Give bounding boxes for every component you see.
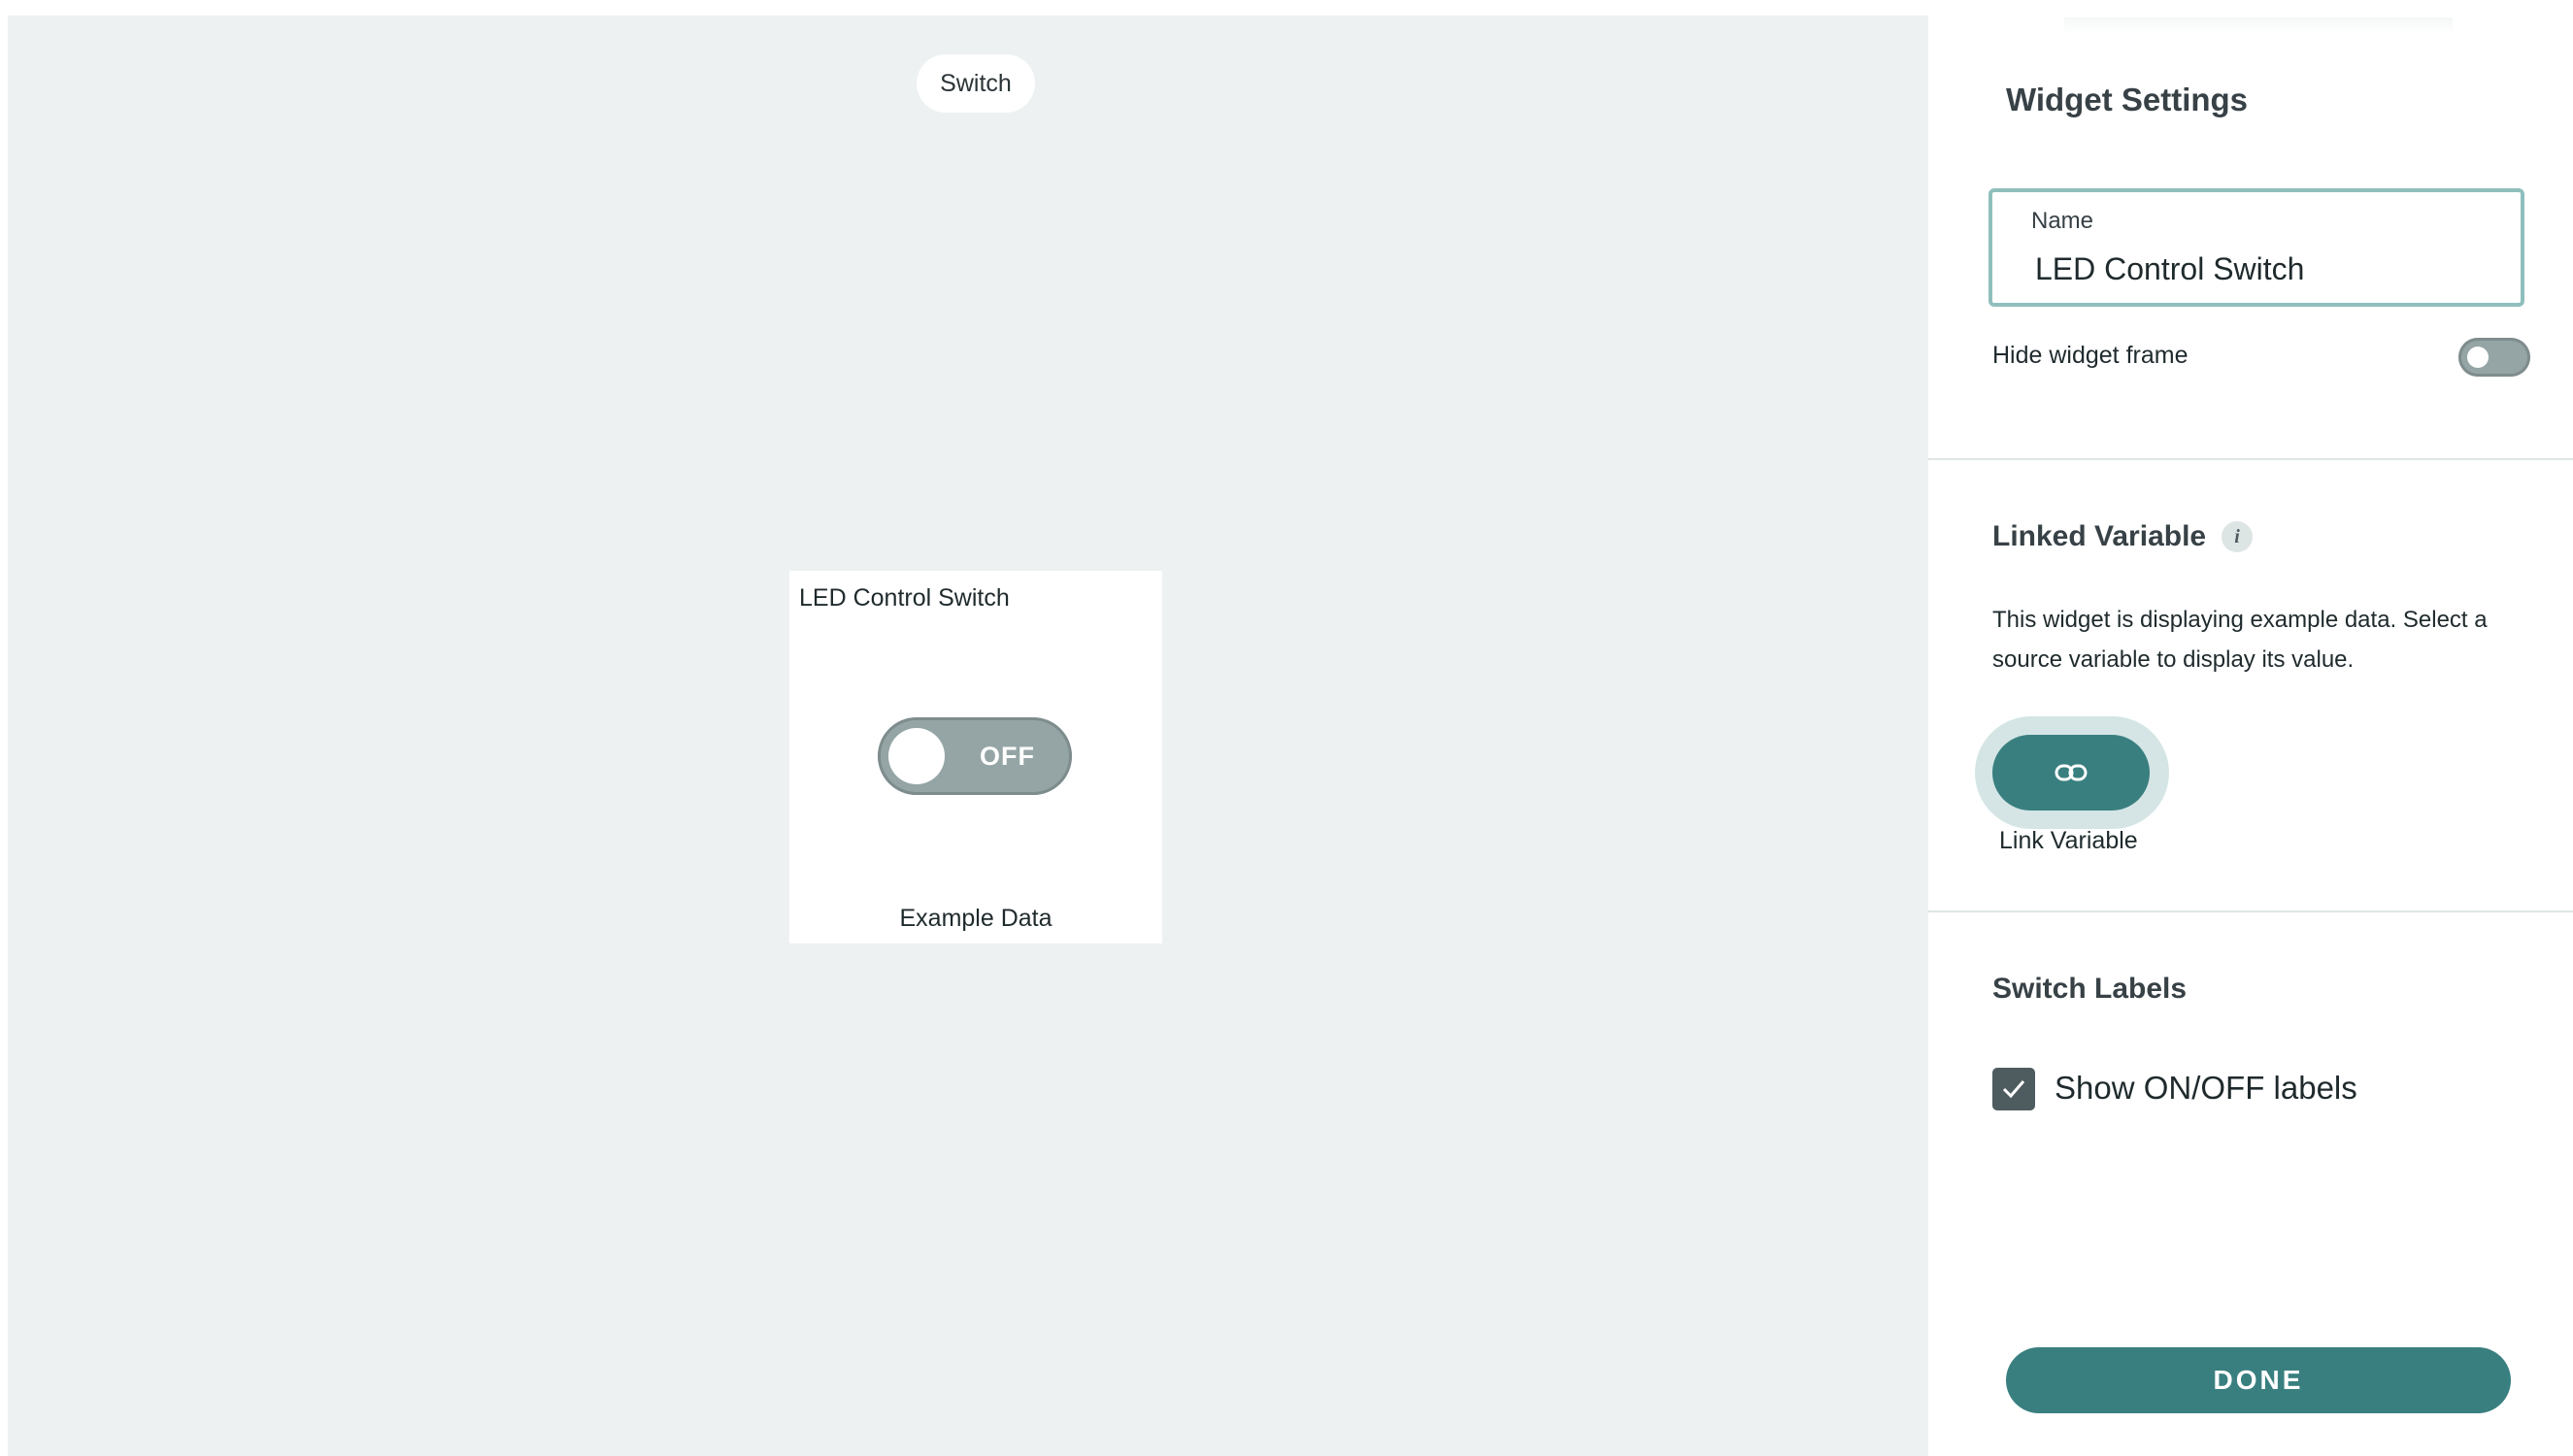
- hide-frame-toggle-knob: [2467, 347, 2489, 368]
- widget-settings-panel: Widget Settings Name Hide widget frame L…: [1928, 0, 2573, 1456]
- link-variable-button-halo: [1975, 716, 2169, 829]
- link-variable-label: Link Variable: [1999, 827, 2138, 854]
- name-field[interactable]: Name: [1988, 188, 2524, 307]
- show-labels-checkbox[interactable]: [1992, 1068, 2035, 1110]
- hide-frame-toggle[interactable]: [2458, 338, 2530, 377]
- switch-labels-title: Switch Labels: [1992, 973, 2188, 1005]
- switch-toggle[interactable]: OFF: [878, 717, 1072, 795]
- linked-variable-description: This widget is displaying example data. …: [1992, 607, 2488, 673]
- linked-variable-title: Linked Variable: [1992, 520, 2207, 552]
- widget-type-pill[interactable]: Switch: [917, 54, 1035, 113]
- done-button[interactable]: DONE: [2006, 1347, 2511, 1413]
- name-input[interactable]: [2035, 245, 2501, 293]
- checkmark-icon: [2002, 1080, 2025, 1099]
- widget-caption: Example Data: [899, 905, 1053, 932]
- switch-widget[interactable]: LED Control Switch OFF Example Data: [789, 571, 1162, 943]
- show-labels-label: Show ON/OFF labels: [2055, 1070, 2357, 1106]
- section-divider: [1928, 910, 2573, 912]
- section-divider: [1928, 458, 2573, 460]
- switch-knob: [888, 728, 945, 784]
- info-icon[interactable]: i: [2222, 521, 2253, 552]
- link-variable-button[interactable]: [1992, 735, 2150, 811]
- name-field-label: Name: [2031, 208, 2094, 234]
- panel-top-fade: [2064, 17, 2453, 35]
- link-icon: [2055, 764, 2088, 781]
- hide-frame-row: Hide widget frame: [1992, 336, 2530, 379]
- panel-heading: Widget Settings: [2006, 82, 2249, 117]
- widget-title: LED Control Switch: [799, 584, 1010, 612]
- switch-state-label: OFF: [980, 742, 1035, 771]
- dashboard-canvas: Switch LED Control Switch OFF Example Da…: [8, 16, 1928, 1456]
- hide-frame-label: Hide widget frame: [1992, 342, 2189, 369]
